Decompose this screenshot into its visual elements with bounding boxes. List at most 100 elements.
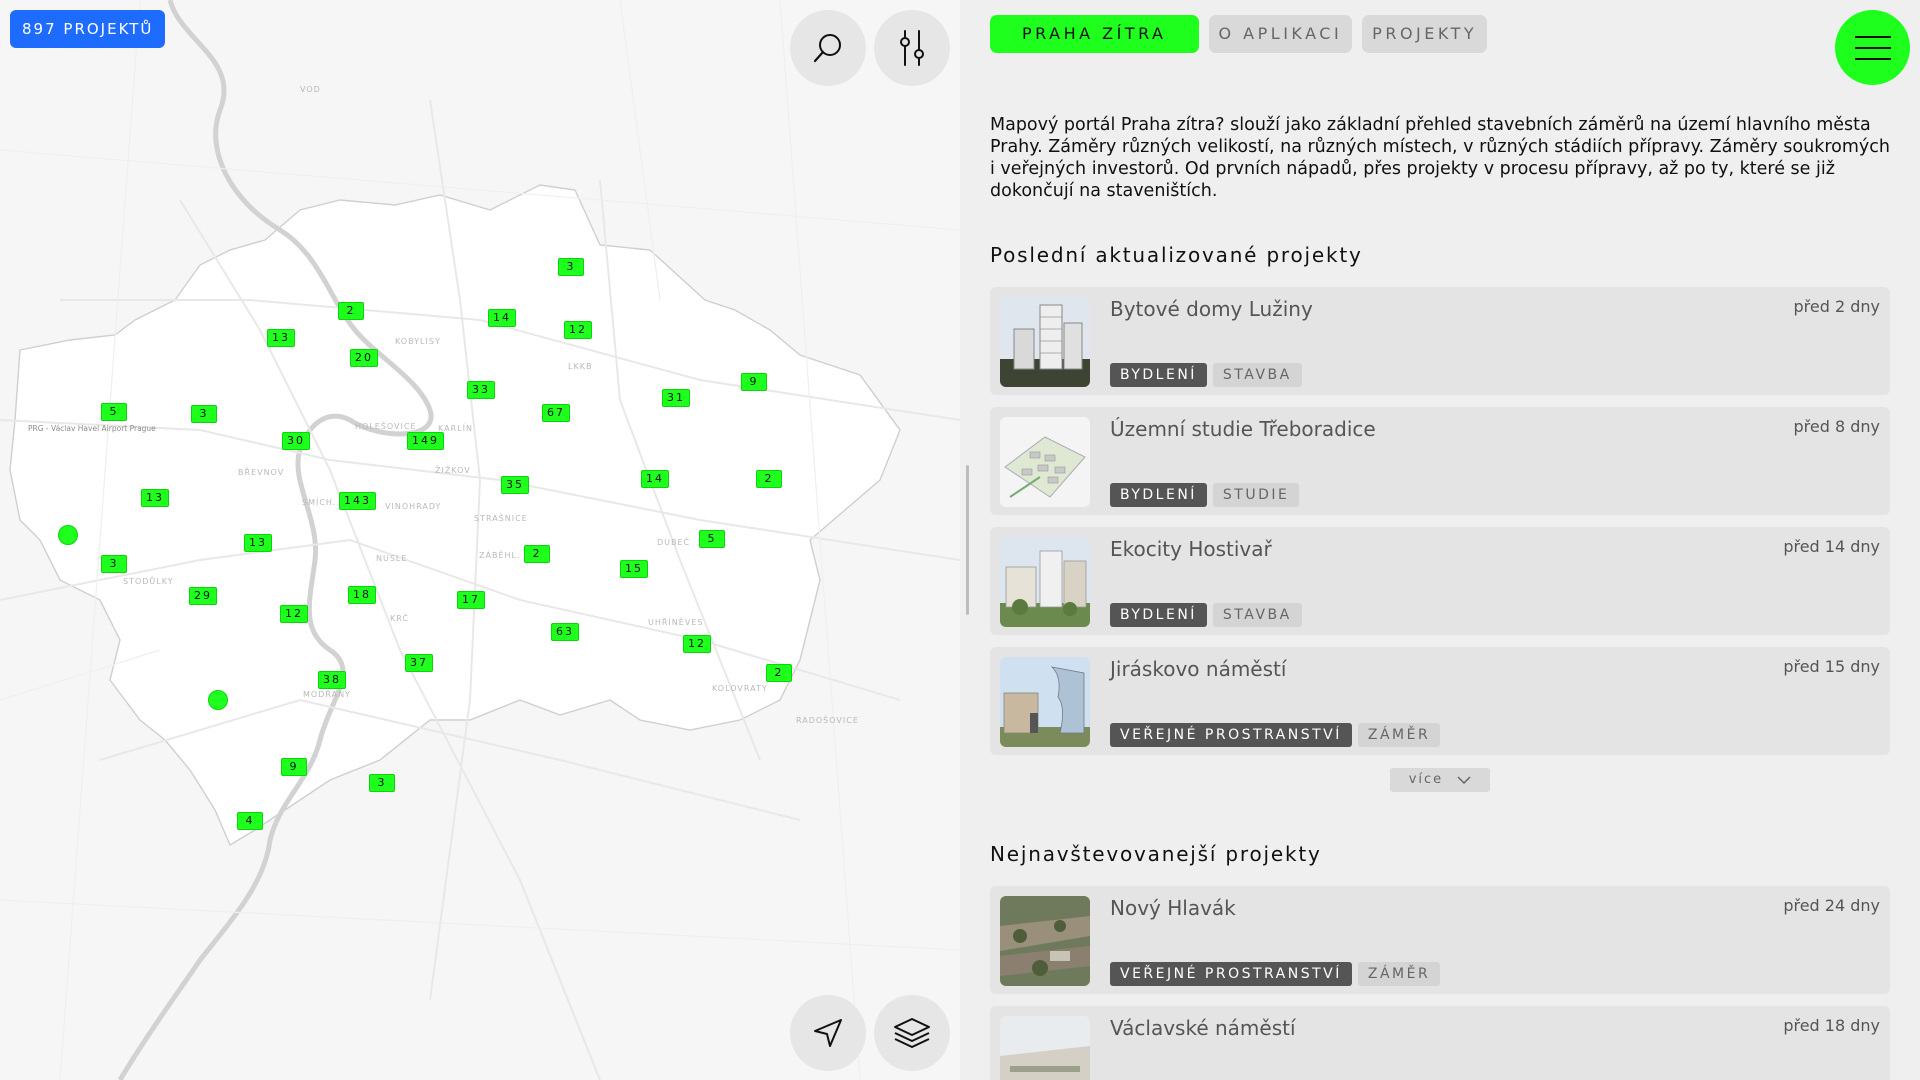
more-button[interactable]: více — [1390, 768, 1490, 792]
project-card[interactable]: Václavské náměstí před 18 dny — [990, 1006, 1890, 1080]
chevron-down-icon — [1457, 775, 1471, 784]
project-cluster[interactable]: 2 — [756, 470, 782, 488]
map-area[interactable]: VOD KOBYLISY LKKB HOLEŠOVICE KARLÍN ŽIŽK… — [0, 0, 960, 1080]
map-label: KOLOVRATY — [712, 684, 768, 693]
category-tag: BYDLENÍ — [1110, 603, 1207, 627]
project-cluster[interactable]: 17 — [457, 591, 485, 609]
map-label: STRAŠNICE — [474, 514, 528, 523]
project-card[interactable]: Ekocity Hostivař před 14 dny BYDLENÍ STA… — [990, 527, 1890, 635]
project-cluster[interactable]: 31 — [662, 389, 690, 407]
filter-sliders-icon — [900, 30, 924, 66]
map-label: MODŘANY — [303, 690, 351, 699]
project-thumbnail — [1000, 417, 1090, 507]
project-cluster[interactable]: 3 — [191, 405, 217, 423]
map-label: SMÍCH. — [302, 498, 337, 507]
search-icon — [813, 34, 841, 63]
project-cluster[interactable]: 9 — [741, 373, 767, 391]
locate-button[interactable] — [790, 995, 866, 1071]
stage-tag: ZÁMĚR — [1357, 962, 1441, 986]
project-date: před 2 dny — [1793, 297, 1881, 316]
nav-projekty[interactable]: PROJEKTY — [1362, 15, 1488, 53]
project-cluster[interactable]: 63 — [551, 623, 579, 641]
project-cluster[interactable]: 3 — [558, 258, 584, 276]
menu-button[interactable] — [1835, 10, 1910, 85]
project-title: Václavské náměstí — [1110, 1016, 1296, 1040]
project-date: před 24 dny — [1783, 896, 1880, 915]
project-cluster[interactable]: 3 — [101, 555, 127, 573]
nav-praha-zitra[interactable]: PRAHA ZÍTRA — [990, 15, 1199, 53]
project-cluster[interactable]: 2 — [338, 302, 364, 320]
map-label: UHŘÍNĚVES — [648, 618, 704, 627]
popular-projects-title: Nejnavštevovanejší projekty — [990, 842, 1322, 866]
nav-o-aplikaci[interactable]: O APLIKACI — [1208, 15, 1353, 53]
project-cluster[interactable]: 143 — [339, 492, 376, 510]
map-label: VOD — [300, 85, 321, 94]
project-cluster[interactable]: 67 — [542, 404, 570, 422]
project-cluster[interactable]: 3 — [369, 774, 395, 792]
project-title: Jiráskovo náměstí — [1110, 657, 1287, 681]
project-cluster[interactable]: 5 — [101, 403, 127, 421]
project-thumbnail — [1000, 537, 1090, 627]
category-tag: VEŘEJNÉ PROSTRANSTVÍ — [1110, 962, 1352, 986]
project-cluster[interactable]: 12 — [280, 605, 308, 623]
project-cluster[interactable]: 15 — [620, 560, 648, 578]
project-cluster[interactable]: 18 — [348, 586, 376, 604]
project-thumbnail — [1000, 1016, 1090, 1080]
project-cluster[interactable]: 20 — [350, 349, 378, 367]
project-card[interactable]: Územní studie Třeboradice před 8 dny BYD… — [990, 407, 1890, 515]
recent-projects-title: Poslední aktualizované projekty — [990, 243, 1363, 267]
project-cluster[interactable]: 2 — [524, 545, 550, 563]
project-marker[interactable] — [58, 525, 78, 545]
top-nav: PRAHA ZÍTRA O APLIKACI PROJEKTY — [990, 15, 1488, 53]
project-cluster[interactable]: 2 — [766, 664, 792, 682]
project-card[interactable]: Jiráskovo náměstí před 15 dny VEŘEJNÉ PR… — [990, 647, 1890, 755]
project-cluster[interactable]: 13 — [244, 534, 272, 552]
project-cluster[interactable]: 12 — [564, 321, 592, 339]
project-card[interactable]: Nový Hlavák před 24 dny VEŘEJNÉ PROSTRAN… — [990, 886, 1890, 994]
airport-label: PRG - Václav Havel Airport Prague — [28, 424, 156, 433]
info-panel: PRAHA ZÍTRA O APLIKACI PROJEKTY Mapový p… — [960, 0, 1920, 1080]
project-cluster[interactable]: 33 — [467, 381, 495, 399]
panel-resize-handle[interactable] — [966, 465, 969, 615]
map-basemap — [0, 0, 960, 1080]
project-cluster[interactable]: 4 — [237, 812, 263, 830]
project-cluster[interactable]: 29 — [189, 587, 217, 605]
project-cluster[interactable]: 37 — [405, 654, 433, 672]
project-cluster[interactable]: 5 — [699, 530, 725, 548]
project-thumbnail — [1000, 657, 1090, 747]
project-cluster[interactable]: 38 — [318, 671, 346, 689]
project-title: Územní studie Třeboradice — [1110, 417, 1376, 441]
project-cluster[interactable]: 12 — [683, 635, 711, 653]
intro-text: Mapový portál Praha zítra? slouží jako z… — [990, 115, 1890, 201]
project-title: Bytové domy Lužiny — [1110, 297, 1313, 321]
map-label: LKKB — [568, 362, 593, 371]
more-label: více — [1408, 772, 1444, 787]
search-button[interactable] — [790, 10, 866, 86]
project-cluster[interactable]: 14 — [488, 309, 516, 327]
category-tag: BYDLENÍ — [1110, 363, 1207, 387]
project-cluster[interactable]: 13 — [267, 329, 295, 347]
category-tag: VEŘEJNÉ PROSTRANSTVÍ — [1110, 723, 1352, 747]
map-label: BŘEVNOV — [238, 468, 285, 477]
project-cluster[interactable]: 13 — [141, 489, 169, 507]
map-label: HOLEŠOVICE — [355, 422, 417, 431]
project-cluster[interactable]: 149 — [407, 432, 444, 450]
project-card[interactable]: Bytové domy Lužiny před 2 dny BYDLENÍ ST… — [990, 287, 1890, 395]
locate-arrow-icon — [814, 1019, 842, 1047]
project-marker[interactable] — [208, 690, 228, 710]
project-cluster[interactable]: 30 — [282, 432, 310, 450]
project-count-badge[interactable]: 897 PROJEKTŮ — [10, 10, 166, 48]
filter-button[interactable] — [874, 10, 950, 86]
map-label: STODŮLKY — [123, 577, 174, 586]
category-tag: BYDLENÍ — [1110, 483, 1207, 507]
project-cluster[interactable]: 14 — [641, 470, 669, 488]
layers-icon — [894, 1018, 930, 1048]
map-label: NUSLE — [376, 554, 408, 563]
project-cluster[interactable]: 9 — [281, 758, 307, 776]
project-title: Ekocity Hostivař — [1110, 537, 1272, 561]
map-label: VINOHRADY — [385, 502, 442, 511]
project-cluster[interactable]: 35 — [501, 476, 529, 494]
map-label: KRČ — [390, 614, 409, 623]
project-thumbnail — [1000, 297, 1090, 387]
layers-button[interactable] — [874, 995, 950, 1071]
